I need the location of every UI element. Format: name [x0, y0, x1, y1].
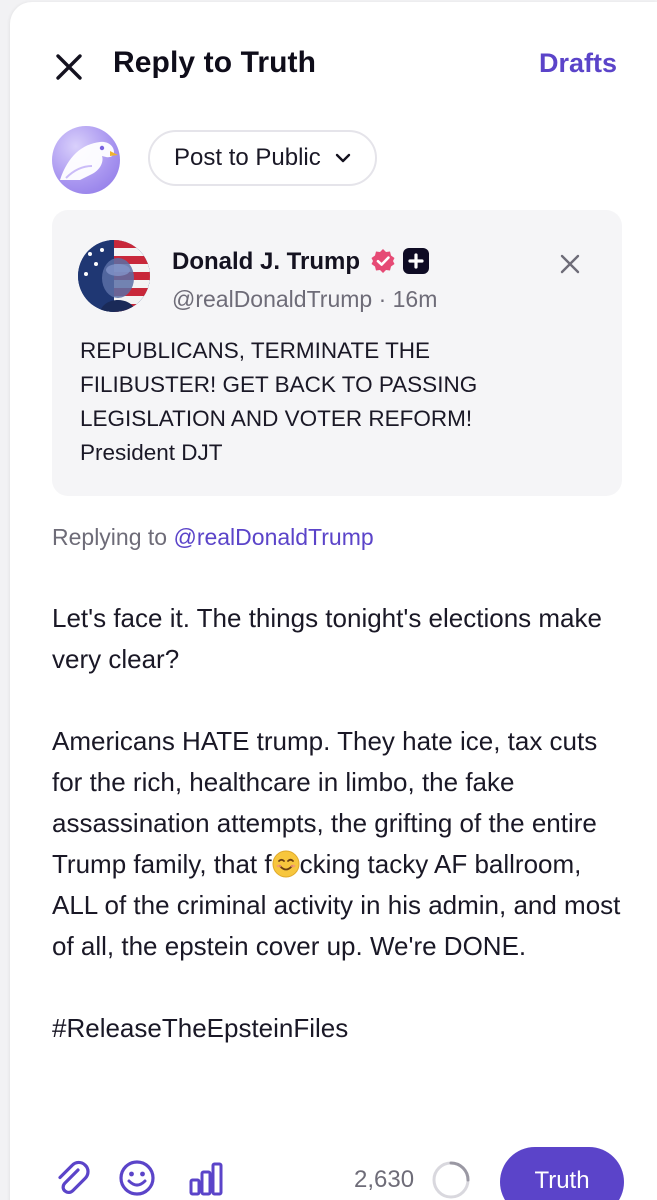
- replying-prefix: Replying to: [52, 524, 174, 550]
- compose-textarea[interactable]: Let's face it. The things tonight's elec…: [52, 598, 632, 1090]
- eagle-icon: [60, 141, 118, 180]
- close-icon[interactable]: [52, 50, 86, 84]
- compose-paragraph: Let's face it. The things tonight's elec…: [52, 603, 602, 674]
- replying-mention-link[interactable]: @realDonaldTrump: [173, 524, 373, 550]
- author-avatar: [78, 240, 150, 312]
- visibility-dropdown[interactable]: Post to Public: [148, 130, 377, 186]
- quoted-line: FILIBUSTER! GET BACK TO PASSING: [80, 372, 478, 397]
- page-title: Reply to Truth: [113, 46, 317, 79]
- author-name: Donald J. Trump: [172, 248, 361, 275]
- poll-icon[interactable]: [186, 1158, 226, 1198]
- character-counter: 2,630: [354, 1166, 415, 1193]
- chevron-down-icon: [335, 153, 350, 163]
- progress-ring-icon: [431, 1160, 471, 1200]
- quoted-line: REPUBLICANS, TERMINATE THE: [80, 338, 431, 363]
- verified-badge-icon: [370, 248, 396, 274]
- author-handle: @realDonaldTrump: [172, 286, 373, 312]
- plus-badge-icon: [403, 248, 429, 274]
- quoted-line: LEGISLATION AND VOTER REFORM!: [80, 406, 473, 431]
- visibility-label: Post to Public: [174, 144, 321, 171]
- replying-to: Replying to @realDonaldTrump: [52, 524, 374, 551]
- quoted-post-text: REPUBLICANS, TERMINATE THE FILIBUSTER! G…: [80, 334, 600, 470]
- user-avatar: [52, 126, 120, 194]
- quoted-post-card: Donald J. Trump @realDonaldTrump · 16m R…: [52, 210, 622, 496]
- compose-paragraph: Americans HATE trump. They hate ice, tax…: [52, 721, 632, 967]
- submit-truth-button[interactable]: Truth: [500, 1147, 624, 1200]
- separator-dot: ·: [372, 286, 393, 312]
- quoted-line: President DJT: [80, 440, 223, 465]
- drafts-button[interactable]: Drafts: [539, 48, 617, 79]
- paperclip-icon[interactable]: [52, 1158, 92, 1198]
- compose-hashtag: #ReleaseTheEpsteinFiles: [52, 1013, 349, 1043]
- remove-quote-icon[interactable]: [558, 252, 582, 276]
- compose-sheet: Reply to Truth Drafts Post to Public Don…: [10, 2, 657, 1200]
- smiling-face-emoji-icon: [272, 849, 300, 878]
- author-handle-line: @realDonaldTrump · 16m: [172, 286, 437, 313]
- post-time: 16m: [392, 286, 438, 312]
- smiley-icon[interactable]: [117, 1158, 157, 1198]
